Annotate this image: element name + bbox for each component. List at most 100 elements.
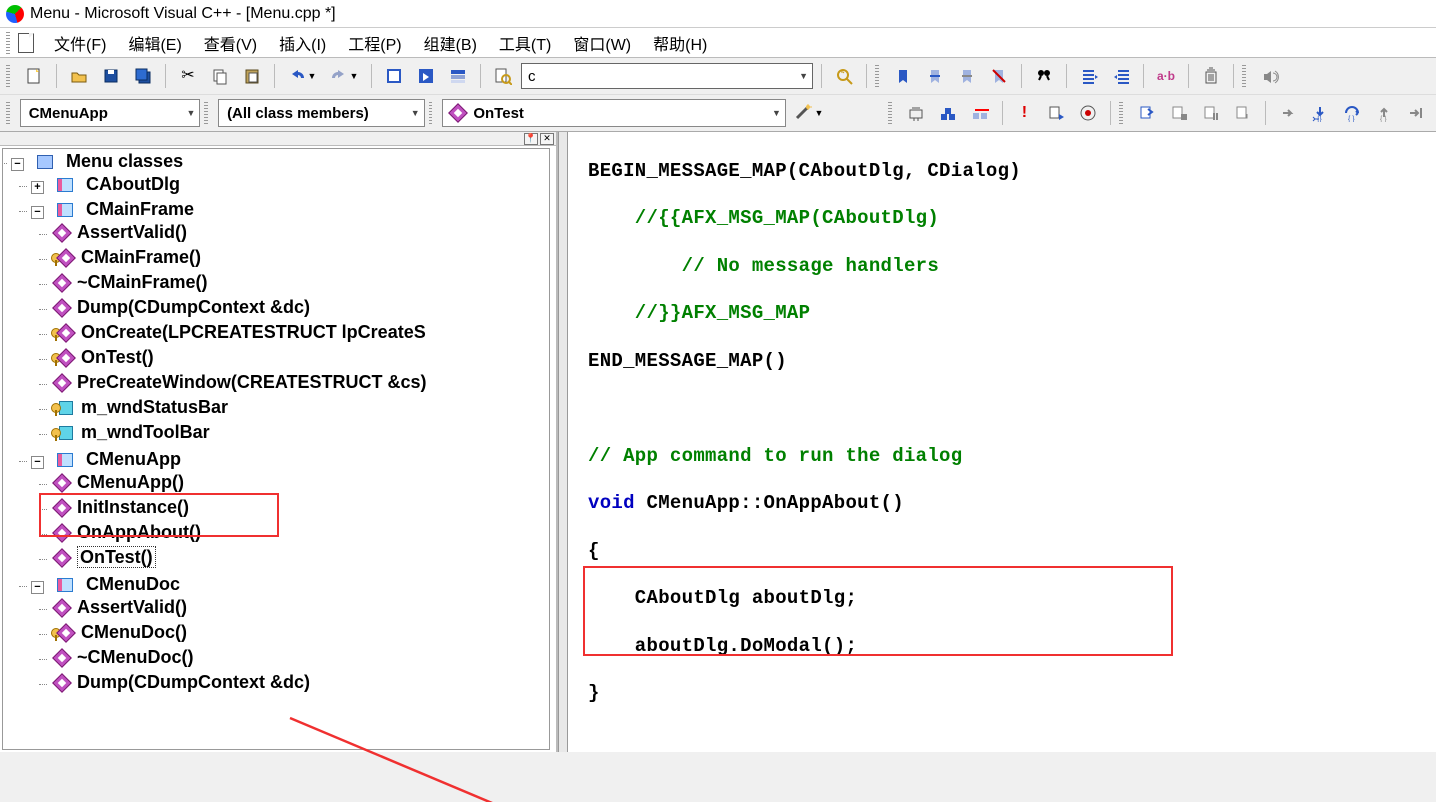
tree-class-cmainframe[interactable]: − CMainFrame AssertValid() CMainFrame() … [29,197,549,447]
tree-item[interactable]: Dump(CDumpContext &dc) [49,295,549,320]
menu-view[interactable]: 查看(V) [194,27,267,59]
menu-insert[interactable]: 插入(I) [269,27,336,59]
apply-changes-button[interactable] [1229,99,1257,127]
tree-item[interactable]: OnTest() [49,345,549,370]
tree-item-ontest[interactable]: OnTest() [49,545,549,570]
delete-button[interactable] [1197,62,1225,90]
redo-button[interactable]: ▼ [325,62,363,90]
save-button[interactable] [97,62,125,90]
stop-build-button[interactable] [966,99,994,127]
breakpoint-button[interactable] [1074,99,1102,127]
collapse-icon[interactable]: − [31,581,44,594]
tree-item[interactable]: ~CMenuDoc() [49,645,549,670]
tree-class-cmenudoc[interactable]: − CMenuDoc AssertValid() CMenuDoc() ~CMe… [29,572,549,697]
run-to-cursor-button[interactable] [1402,99,1430,127]
class-combo[interactable]: CMenuApp ▼ [20,99,201,127]
wizard-actions-button[interactable]: ▼ [790,99,828,127]
find-in-files-button[interactable] [489,62,517,90]
step-out-button[interactable]: { } [1370,99,1398,127]
gripper-icon[interactable] [1242,65,1246,87]
stop-debug-button[interactable] [1165,99,1193,127]
find-next-button[interactable] [1030,62,1058,90]
gripper-icon[interactable] [875,65,879,87]
menu-help[interactable]: 帮助(H) [643,27,717,59]
find-combo[interactable]: c ▼ [521,63,813,89]
open-button[interactable] [65,62,93,90]
tree-item[interactable]: CMenuApp() [49,470,549,495]
tree-label: CMenuDoc() [81,622,187,642]
workspace-button[interactable] [380,62,408,90]
menu-build[interactable]: 组建(B) [414,27,487,59]
tree-item[interactable]: Dump(CDumpContext &dc) [49,670,549,695]
bookmark-toggle-button[interactable] [889,62,917,90]
tree-item[interactable]: PreCreateWindow(CREATESTRUCT &cs) [49,370,549,395]
indent-button[interactable] [1075,62,1103,90]
menu-file[interactable]: 文件(F) [44,27,116,59]
find-button[interactable] [830,62,858,90]
code-editor[interactable]: BEGIN_MESSAGE_MAP(CAboutDlg, CDialog) //… [568,132,1436,752]
document-icon[interactable] [18,33,34,53]
menu-window[interactable]: 窗口(W) [563,27,641,59]
member-combo[interactable]: OnTest ▼ [442,99,786,127]
whole-word-button[interactable]: a·b [1152,62,1180,90]
expand-icon[interactable]: + [31,181,44,194]
output-button[interactable] [412,62,440,90]
build-button[interactable] [934,99,962,127]
filter-combo[interactable]: (All class members) ▼ [218,99,425,127]
collapse-icon[interactable]: − [11,158,24,171]
tree-item[interactable]: m_wndStatusBar [49,395,549,420]
class-combo-value: CMenuApp [29,105,108,122]
splitter[interactable] [558,132,568,752]
tree-item[interactable]: OnCreate(LPCREATESTRUCT lpCreateS [49,320,549,345]
break-button[interactable] [1197,99,1225,127]
tree-class-caboutdlg[interactable]: + CAboutDlg [29,172,549,197]
bookmark-prev-button[interactable] [953,62,981,90]
class-tree[interactable]: − Menu classes + CAboutDlg − CMainFrame [2,148,550,750]
unindent-button[interactable] [1107,62,1135,90]
gripper-icon[interactable] [6,65,10,87]
collapse-icon[interactable]: − [31,206,44,219]
code-line: CAboutDlg aboutDlg; [588,587,857,609]
step-into-button[interactable]: {} [1306,99,1334,127]
tree-item[interactable]: AssertValid() [49,220,549,245]
show-next-button[interactable] [1274,99,1302,127]
gripper-icon[interactable] [1119,102,1123,124]
gripper-icon[interactable] [204,102,208,124]
copy-button[interactable] [206,62,234,90]
class-view-pane: 📍 ✕ − Menu classes + CAboutDlg [0,132,558,752]
tree-item[interactable]: CMainFrame() [49,245,549,270]
save-all-button[interactable] [129,62,157,90]
compile-button[interactable] [902,99,930,127]
tree-item[interactable]: InitInstance() [49,495,549,520]
bookmark-clear-button[interactable] [985,62,1013,90]
restart-debug-button[interactable] [1133,99,1161,127]
window-list-button[interactable] [444,62,472,90]
collapse-icon[interactable]: − [31,456,44,469]
tree-item[interactable]: CMenuDoc() [49,620,549,645]
tree-label: OnAppAbout() [77,522,201,542]
tree-item[interactable]: ~CMainFrame() [49,270,549,295]
undo-button[interactable]: ▼ [283,62,321,90]
tree-item[interactable]: OnAppAbout() [49,520,549,545]
tree-item[interactable]: m_wndToolBar [49,420,549,445]
tree-root[interactable]: − Menu classes + CAboutDlg − CMainFrame [9,149,549,699]
close-icon[interactable]: ✕ [540,133,554,145]
menu-project[interactable]: 工程(P) [338,27,411,59]
cut-button[interactable]: ✂ [174,62,202,90]
bookmark-next-button[interactable] [921,62,949,90]
paste-button[interactable] [238,62,266,90]
menu-tools[interactable]: 工具(T) [489,27,561,59]
new-file-button[interactable] [20,62,48,90]
tree-item[interactable]: AssertValid() [49,595,549,620]
sound-button[interactable] [1256,62,1284,90]
menu-edit[interactable]: 编辑(E) [118,27,191,59]
gripper-icon[interactable] [6,102,10,124]
gripper-icon[interactable] [888,102,892,124]
standard-toolbar: ✂ ▼ ▼ c ▼ [0,58,1436,94]
execute-button[interactable]: ! [1010,99,1038,127]
tree-class-cmenuapp[interactable]: − CMenuApp CMenuApp() InitInstance() OnA… [29,447,549,572]
gripper-icon[interactable] [429,102,433,124]
pin-icon[interactable]: 📍 [524,133,538,145]
step-over-button[interactable]: { } [1338,99,1366,127]
go-button[interactable] [1042,99,1070,127]
